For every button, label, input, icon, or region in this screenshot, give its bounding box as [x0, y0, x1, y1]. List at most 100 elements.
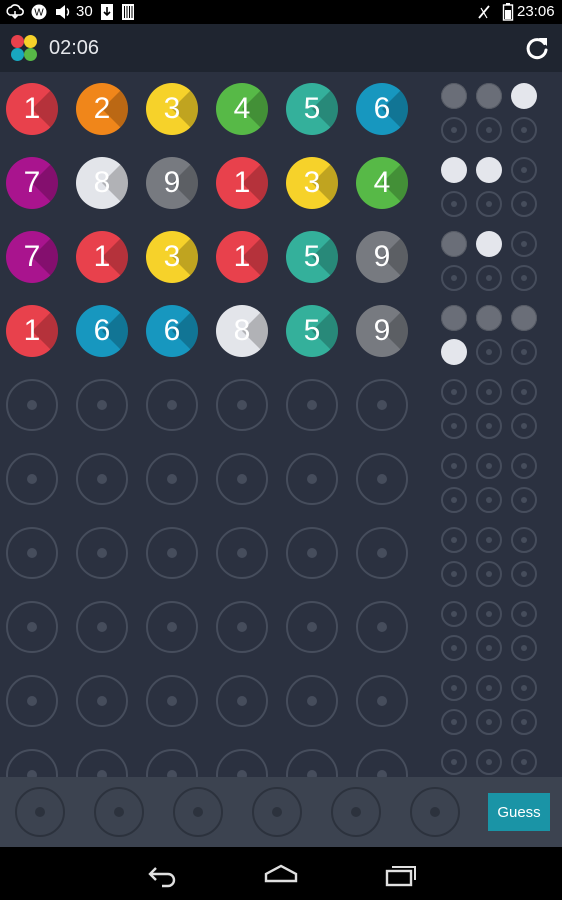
- feedback-slot: [441, 709, 467, 735]
- input-slot-1[interactable]: [15, 787, 65, 837]
- empty-peg-slot: [286, 601, 338, 653]
- peg-1: 1: [6, 83, 58, 135]
- feedback-slot: [476, 635, 502, 661]
- feedback-peg-partial: [511, 83, 537, 109]
- empty-peg-slot: [146, 601, 198, 653]
- refresh-icon: [526, 38, 548, 60]
- peg-number: 8: [233, 314, 251, 347]
- input-slot-6[interactable]: [410, 787, 460, 837]
- peg-4: 4: [356, 157, 408, 209]
- logo-dot-red: [11, 35, 24, 48]
- feedback-slot: [511, 453, 537, 479]
- empty-peg-slot: [146, 675, 198, 727]
- restart-button[interactable]: [522, 34, 552, 64]
- peg-number: 7: [23, 240, 41, 273]
- empty-peg-slot: [6, 675, 58, 727]
- feedback-slot: [476, 191, 502, 217]
- timer: 02:06: [49, 37, 100, 59]
- feedback-slot: [441, 561, 467, 587]
- input-slot-5[interactable]: [331, 787, 381, 837]
- empty-peg-slot: [146, 749, 198, 777]
- peg-1: 1: [6, 305, 58, 357]
- recent-apps-button[interactable]: [381, 859, 421, 889]
- back-button[interactable]: [141, 859, 181, 889]
- feedback-slot: [441, 191, 467, 217]
- peg-number: 3: [303, 166, 321, 199]
- peg-number: 5: [303, 314, 321, 347]
- peg-number: 8: [93, 166, 111, 199]
- app-logo: [10, 34, 38, 62]
- empty-peg-slot: [286, 379, 338, 431]
- peg-5: 5: [286, 305, 338, 357]
- feedback-slot: [441, 675, 467, 701]
- feedback-slot: [441, 749, 467, 775]
- feedback-slot: [476, 709, 502, 735]
- empty-peg-slot: [146, 379, 198, 431]
- feedback-slot: [511, 413, 537, 439]
- feedback-slot: [511, 379, 537, 405]
- feedback-peg-partial: [476, 231, 502, 257]
- peg-number: 6: [373, 92, 391, 125]
- empty-peg-slot: [76, 601, 128, 653]
- peg-1: 1: [76, 231, 128, 283]
- empty-peg-slot: [286, 749, 338, 777]
- empty-peg-slot: [356, 601, 408, 653]
- back-icon: [148, 867, 176, 888]
- feedback-slot: [441, 379, 467, 405]
- peg-9: 9: [356, 231, 408, 283]
- peg-number: 6: [163, 314, 181, 347]
- peg-6: 6: [146, 305, 198, 357]
- feedback-slot: [511, 749, 537, 775]
- feedback-slot: [476, 561, 502, 587]
- action-bar: 02:06: [0, 24, 562, 72]
- app-notification-icon: W: [30, 0, 48, 24]
- peg-number: 9: [373, 240, 391, 273]
- input-slot-2[interactable]: [94, 787, 144, 837]
- peg-number: 1: [233, 166, 251, 199]
- empty-peg-slot: [6, 601, 58, 653]
- feedback-slot: [511, 561, 537, 587]
- clock: 23:06: [517, 3, 555, 20]
- cloud-sync-icon: [6, 0, 24, 24]
- download-icon: [100, 0, 114, 24]
- logo-dot-yellow: [24, 35, 37, 48]
- guess-button[interactable]: Guess: [488, 793, 550, 831]
- empty-peg-slot: [6, 527, 58, 579]
- feedback-slot: [511, 675, 537, 701]
- feedback-slot: [511, 635, 537, 661]
- empty-peg-slot: [216, 749, 268, 777]
- home-button[interactable]: [261, 859, 301, 889]
- empty-peg-slot: [216, 453, 268, 505]
- peg-8: 8: [216, 305, 268, 357]
- peg-number: 4: [233, 92, 251, 125]
- empty-peg-slot: [286, 675, 338, 727]
- logo-dot-green: [24, 48, 37, 61]
- feedback-slot: [441, 117, 467, 143]
- feedback-peg-exact: [511, 305, 537, 331]
- peg-8: 8: [76, 157, 128, 209]
- feedback-slot: [441, 265, 467, 291]
- feedback-peg-exact: [441, 231, 467, 257]
- peg-7: 7: [6, 231, 58, 283]
- feedback-slot: [476, 453, 502, 479]
- input-slot-4[interactable]: [252, 787, 302, 837]
- empty-peg-slot: [286, 527, 338, 579]
- empty-peg-slot: [356, 379, 408, 431]
- feedback-peg-exact: [441, 83, 467, 109]
- guess-input-bar: Guess: [0, 777, 562, 847]
- peg-number: 1: [23, 314, 41, 347]
- empty-peg-slot: [76, 749, 128, 777]
- empty-peg-slot: [216, 379, 268, 431]
- feedback-slot: [476, 749, 502, 775]
- feedback-slot: [476, 675, 502, 701]
- peg-1: 1: [216, 231, 268, 283]
- feedback-slot: [441, 635, 467, 661]
- feedback-slot: [441, 527, 467, 553]
- peg-number: 2: [93, 92, 111, 125]
- input-slot-3[interactable]: [173, 787, 223, 837]
- empty-peg-slot: [286, 453, 338, 505]
- peg-3: 3: [146, 231, 198, 283]
- feedback-peg-exact: [476, 83, 502, 109]
- recent-apps-icon: [385, 866, 416, 887]
- feedback-slot: [476, 413, 502, 439]
